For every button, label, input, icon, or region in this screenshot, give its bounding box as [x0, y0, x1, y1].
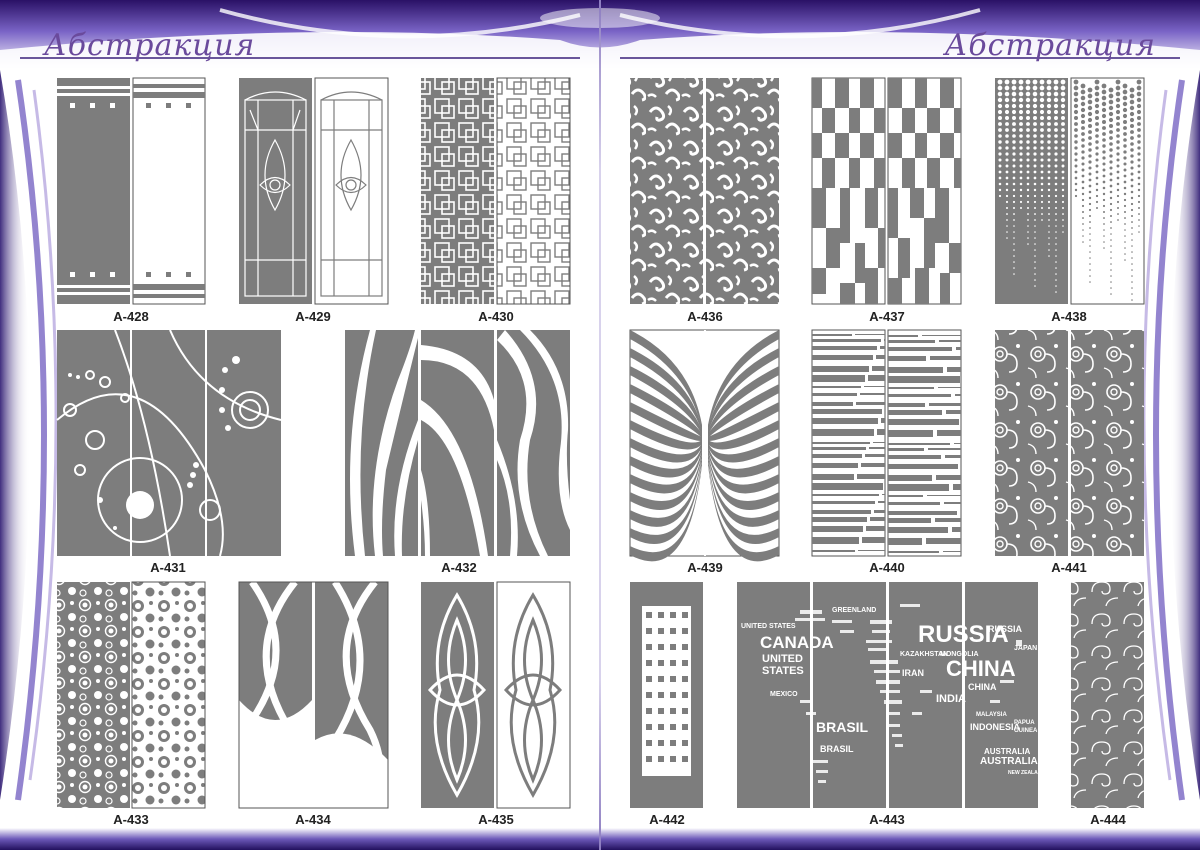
- map-word: INDIA: [936, 693, 966, 705]
- map-word: BRASIL: [816, 719, 869, 735]
- map-word: JAPAN: [1014, 645, 1037, 652]
- map-word: CHINA: [946, 656, 1016, 681]
- map-word: RUSSIA: [988, 624, 1023, 634]
- panel-a437: [811, 77, 962, 305]
- panel-a442: [630, 582, 703, 808]
- map-word: INDONESIA: [970, 722, 1021, 732]
- panel-a435: [421, 581, 571, 809]
- panel-a436: [630, 78, 779, 304]
- panel-a428: [57, 77, 206, 305]
- label-a441: А-441: [1051, 560, 1087, 575]
- label-a438: А-438: [1051, 309, 1087, 324]
- map-word: NEW ZEALAND: [1008, 770, 1045, 776]
- map-word: UNITED STATES: [741, 623, 796, 630]
- panel-a441: [995, 330, 1144, 556]
- map-word: BRASIL: [820, 744, 854, 754]
- label-a435: А-435: [478, 812, 514, 827]
- panel-a432: [345, 330, 570, 556]
- label-a439: А-439: [687, 560, 723, 575]
- page-fold: [599, 0, 601, 850]
- label-a440: А-440: [869, 560, 905, 575]
- panel-a438: [995, 77, 1145, 305]
- label-a442: А-442: [649, 812, 685, 827]
- map-word: MALAYSIA: [976, 712, 1007, 718]
- left-page-title: Абстракция: [44, 28, 256, 63]
- map-word: IRAN: [902, 668, 924, 678]
- label-a434: А-434: [295, 812, 331, 827]
- map-word: PAPUA: [1014, 720, 1035, 726]
- label-a433: А-433: [113, 812, 149, 827]
- panel-a430: [421, 77, 571, 305]
- map-word: CHINA: [968, 682, 997, 692]
- map-word: CANADA: [760, 633, 834, 652]
- label-a436: А-436: [687, 309, 723, 324]
- map-word: MEXICO: [770, 691, 798, 698]
- panel-a439: [629, 329, 780, 562]
- catalog-spread: UNITED STATES CANADA UNITED STATES MEXIC…: [0, 0, 1200, 850]
- map-word: AUSTRALIA: [980, 756, 1038, 767]
- map-word: GREENLAND: [832, 607, 876, 614]
- panel-a429: [239, 77, 389, 305]
- label-a437: А-437: [869, 309, 905, 324]
- label-a429: А-429: [295, 309, 331, 324]
- map-word: UNITED: [762, 653, 803, 665]
- map-word: AUSTRALIA: [984, 747, 1030, 756]
- panel-a440: [811, 329, 962, 557]
- map-word: GUINEA: [1014, 728, 1038, 734]
- right-page-title: Абстракция: [944, 28, 1156, 63]
- label-a443: А-443: [869, 812, 905, 827]
- label-a428: А-428: [113, 309, 149, 324]
- label-a431: А-431: [150, 560, 186, 575]
- panel-a434: [234, 579, 389, 811]
- panel-a433: [57, 581, 206, 809]
- label-a432: А-432: [441, 560, 477, 575]
- panel-a444: [1071, 582, 1144, 808]
- label-a444: А-444: [1090, 812, 1126, 827]
- map-word: STATES: [762, 665, 804, 677]
- panel-a443: UNITED STATES CANADA UNITED STATES MEXIC…: [737, 582, 1045, 808]
- label-a430: А-430: [478, 309, 514, 324]
- panel-a431: [56, 329, 282, 557]
